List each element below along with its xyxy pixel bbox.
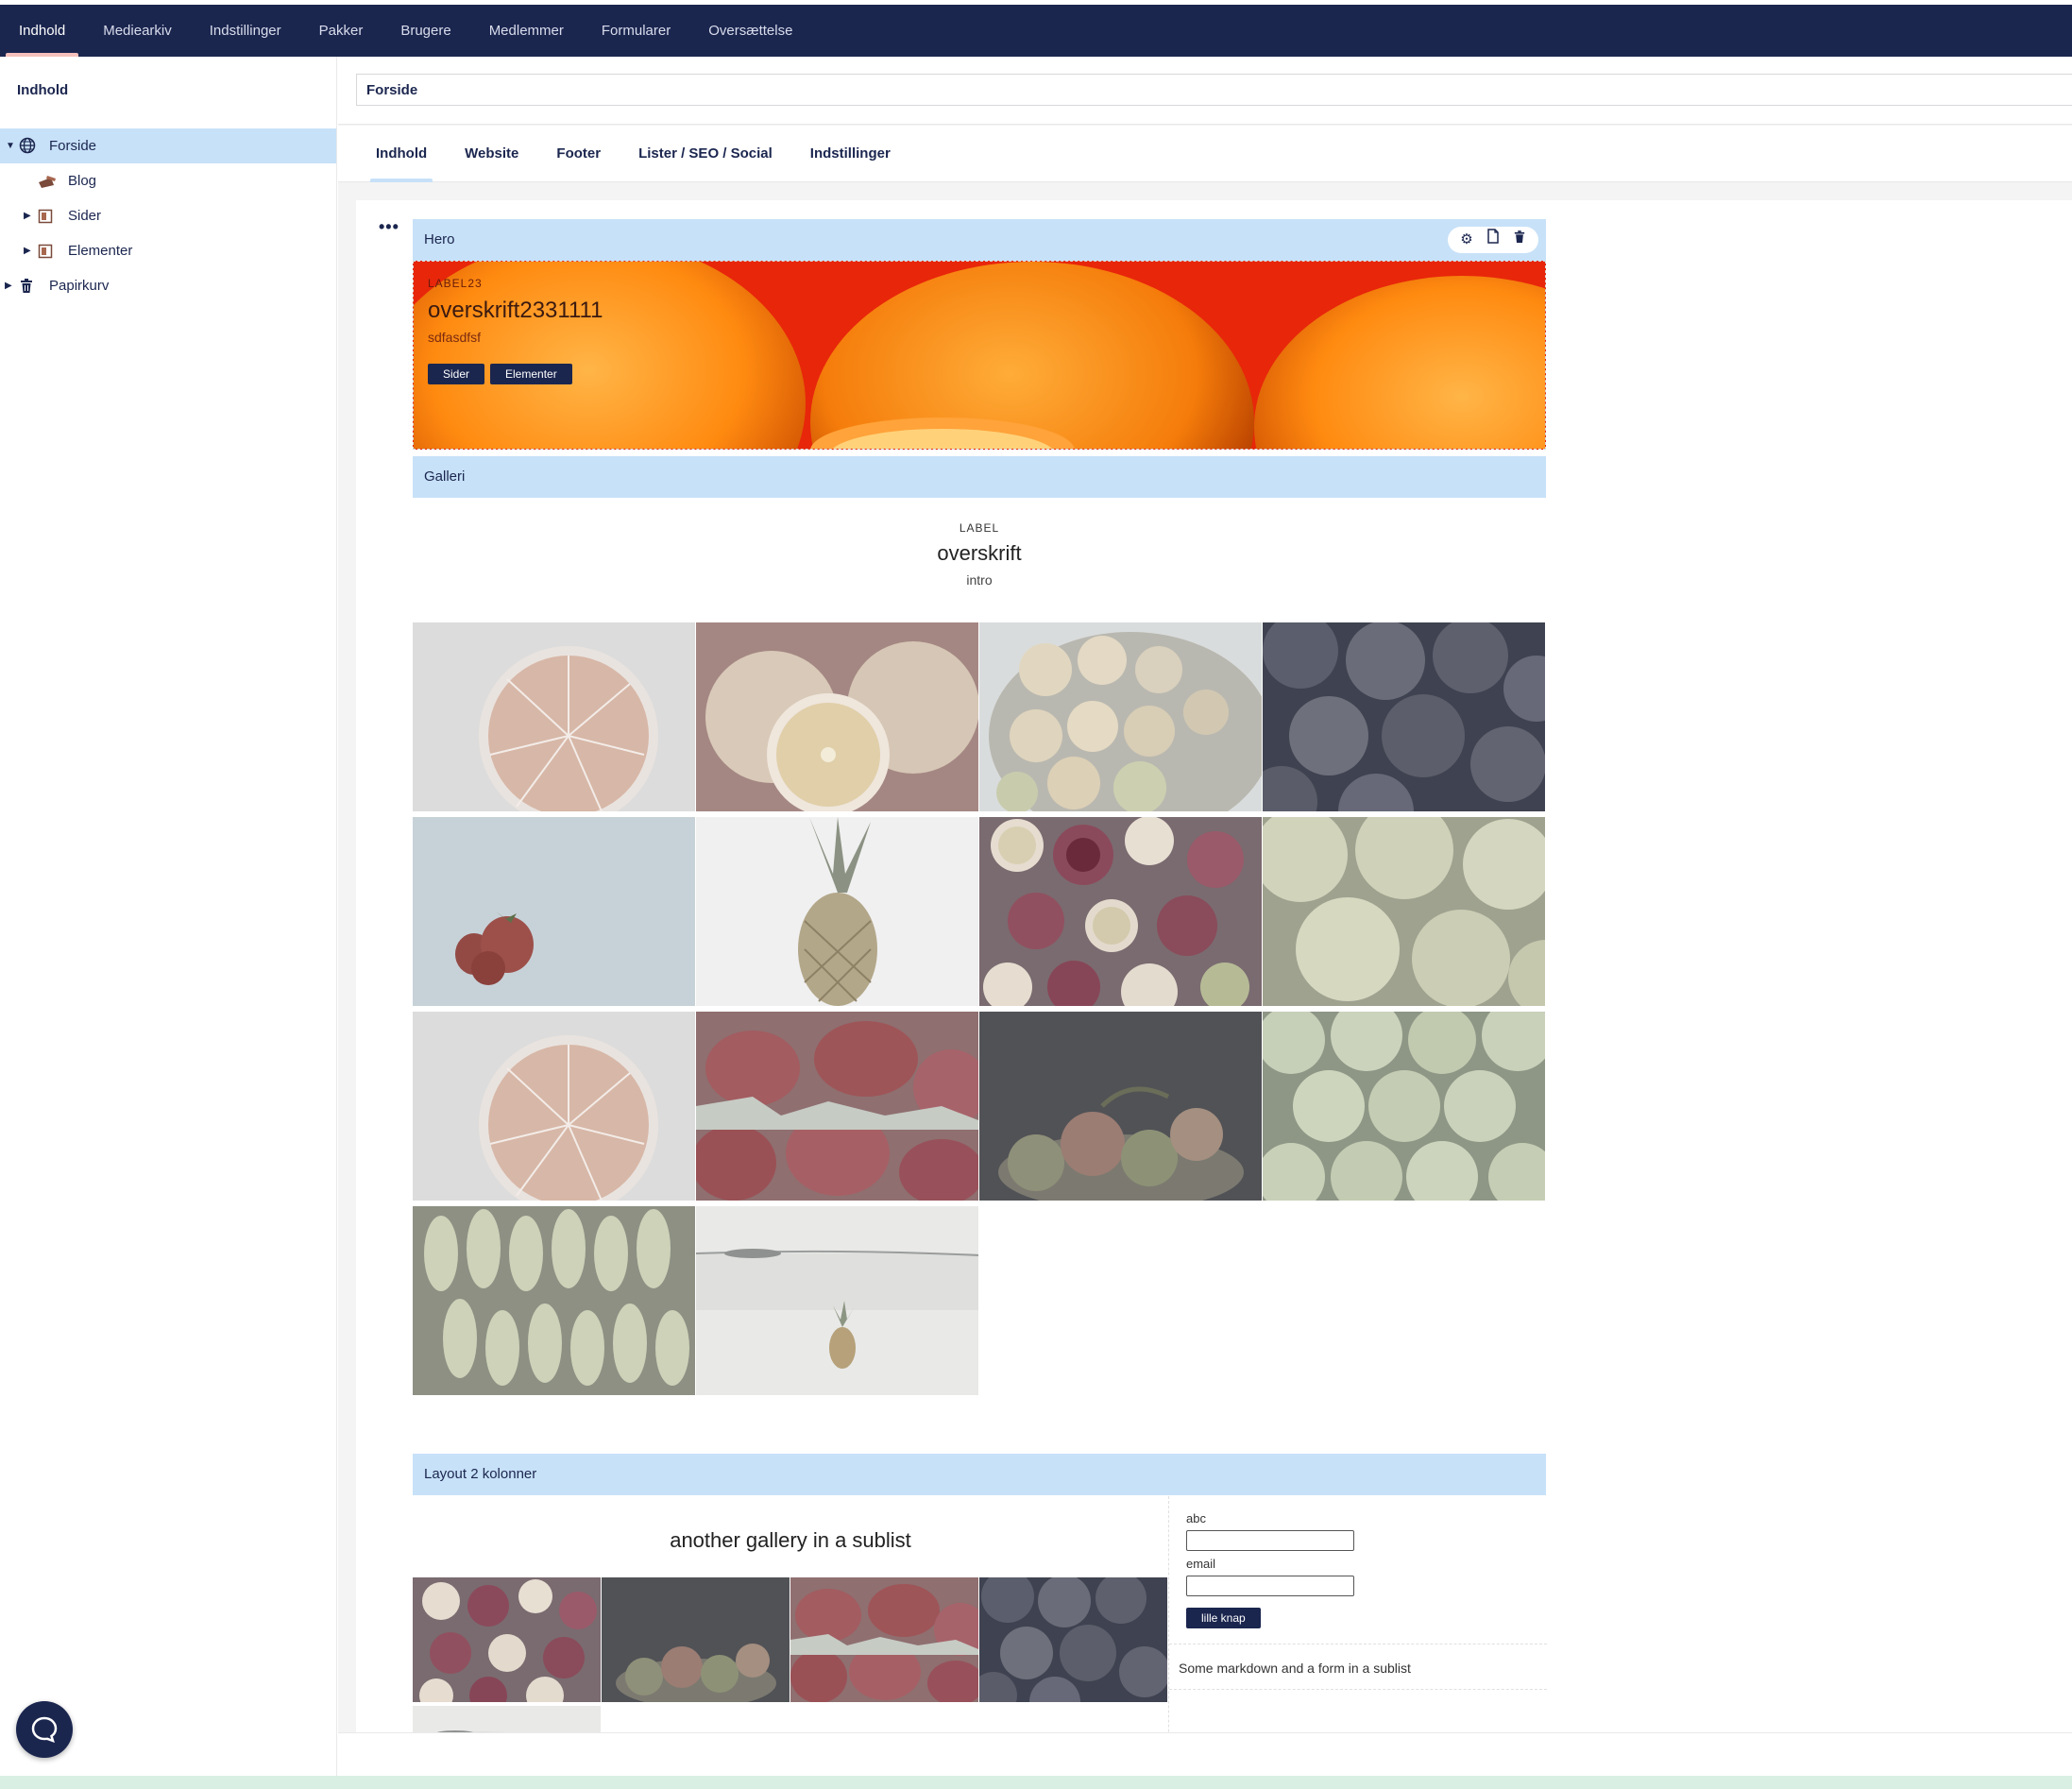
topnav-item-medlemmer[interactable]: Medlemmer bbox=[470, 5, 583, 57]
tree-item-blog[interactable]: Blog bbox=[0, 163, 336, 198]
block-header-hero[interactable]: Hero ⚙ bbox=[413, 219, 1546, 261]
book-icon bbox=[38, 198, 53, 237]
gallery-image-bananas[interactable] bbox=[413, 1206, 695, 1395]
gallery-intro: intro bbox=[966, 572, 993, 588]
editor-main: IndholdWebsiteFooterLister / SEO / Socia… bbox=[338, 57, 2072, 1732]
gallery-title: overskrift bbox=[937, 541, 1022, 565]
topnav-item-mediearkiv[interactable]: Mediearkiv bbox=[84, 5, 191, 57]
gallery-image-grapefruit-half[interactable] bbox=[413, 622, 695, 811]
hero-background-image bbox=[414, 262, 1545, 449]
block-title: Galleri bbox=[424, 469, 466, 485]
lille-knap-button[interactable]: lille knap bbox=[1186, 1608, 1261, 1628]
trash-icon bbox=[20, 268, 33, 307]
caret-right-icon[interactable]: ▶ bbox=[24, 198, 31, 233]
tree-item-label: Forside bbox=[49, 138, 97, 154]
tree-item-sider[interactable]: ▶ Sider bbox=[0, 198, 336, 233]
tab-website[interactable]: Website bbox=[446, 126, 537, 182]
book-icon bbox=[38, 233, 53, 272]
hero-title: overskrift2331111 bbox=[428, 298, 603, 323]
block-title: Hero bbox=[424, 231, 455, 247]
node-name-input[interactable] bbox=[356, 74, 2072, 106]
abc-input[interactable] bbox=[1186, 1530, 1354, 1551]
gallery-image-pineapple[interactable] bbox=[696, 817, 978, 1006]
gallery-image-strawberries[interactable] bbox=[413, 817, 695, 1006]
divider bbox=[1169, 1689, 1547, 1690]
field-label-abc: abc bbox=[1186, 1511, 1206, 1525]
sub-gallery-image-pomegranates[interactable] bbox=[413, 1577, 601, 1702]
email-input[interactable] bbox=[1186, 1576, 1354, 1596]
editor-header bbox=[338, 57, 2072, 125]
block-title: Layout 2 kolonner bbox=[424, 1466, 537, 1482]
dots-icon[interactable]: ••• bbox=[379, 217, 399, 237]
tree-item-label: Papirkurv bbox=[49, 278, 110, 294]
gallery-label: LABEL bbox=[959, 521, 1000, 535]
markdown-text: Some markdown and a form in a sublist bbox=[1179, 1661, 1411, 1676]
hero-button-sider[interactable]: Sider bbox=[428, 364, 485, 384]
hero-intro: sdfasdfsf bbox=[428, 330, 482, 345]
caret-down-icon[interactable]: ▼ bbox=[6, 128, 15, 163]
bottom-strip bbox=[0, 1776, 2072, 1789]
block-tools: ⚙ bbox=[1448, 227, 1538, 253]
gallery-image-oranges-sliced[interactable] bbox=[696, 622, 978, 811]
gallery-image-strawberries-closeup[interactable] bbox=[696, 1012, 978, 1201]
editor-tabs: Indhold Website Footer Lister / SEO / Socia… bbox=[338, 126, 2072, 182]
hero-preview[interactable]: LABEL23 overskrift2331111 sdfasdfsf Side… bbox=[413, 261, 1546, 450]
content-panel: ••• Hero ⚙ LABEL23 overskrift2331111 sdf… bbox=[356, 200, 2072, 1732]
sublist-form: abc email lille knap Some markdown and a… bbox=[1168, 1496, 1547, 1732]
tab-lister-seo-social[interactable]: Lister / SEO / Social bbox=[620, 126, 791, 182]
tab-indstillinger[interactable]: Indstillinger bbox=[791, 126, 909, 182]
tree-item-label: Blog bbox=[68, 173, 97, 189]
tab-indhold[interactable]: Indhold bbox=[357, 126, 446, 182]
gallery-image-fruit-bowl-dark[interactable] bbox=[979, 1012, 1262, 1201]
block-header-layout2[interactable]: Layout 2 kolonner bbox=[413, 1454, 1546, 1495]
caret-right-icon[interactable]: ▶ bbox=[5, 268, 12, 303]
tab-footer[interactable]: Footer bbox=[537, 126, 620, 182]
content-sidebar: Indhold ▼ Forside Blog ▶ Sider ▶ Element… bbox=[0, 57, 337, 1789]
chat-icon[interactable] bbox=[16, 1701, 73, 1758]
topnav-item-oversættelse[interactable]: Oversættelse bbox=[689, 5, 811, 57]
top-navigation: Indhold Mediearkiv Indstillinger Pakker Brug… bbox=[0, 0, 2072, 57]
tree-item-label: Sider bbox=[68, 208, 102, 224]
tree-item-papirkurv[interactable]: ▶ Papirkurv bbox=[0, 268, 336, 303]
sub-gallery-image-fruit-bowl-dark[interactable] bbox=[602, 1577, 790, 1702]
topnav-item-pakker[interactable]: Pakker bbox=[300, 5, 382, 57]
tree-item-elementer[interactable]: ▶ Elementer bbox=[0, 233, 336, 268]
hero-button-elementer[interactable]: Elementer bbox=[490, 364, 572, 384]
topnav-item-indstillinger[interactable]: Indstillinger bbox=[191, 5, 300, 57]
gallery-image-grapefruit-half-2[interactable] bbox=[413, 1012, 695, 1201]
gear-icon[interactable]: ⚙ bbox=[1453, 219, 1480, 261]
field-label-email: email bbox=[1186, 1557, 1216, 1571]
sublist-gallery-title: another gallery in a sublist bbox=[670, 1528, 911, 1552]
gallery-image-pineapple-beach[interactable] bbox=[696, 1206, 978, 1395]
blog-icon bbox=[38, 163, 57, 202]
gallery-image-plums[interactable] bbox=[1263, 622, 1545, 811]
copy-icon[interactable] bbox=[1480, 219, 1506, 261]
gallery-image-grapefruits[interactable] bbox=[1263, 817, 1545, 1006]
topnav-item-brugere[interactable]: Brugere bbox=[382, 5, 469, 57]
topnav-item-indhold[interactable]: Indhold bbox=[0, 5, 84, 57]
gallery-image-citrus-basket[interactable] bbox=[979, 622, 1262, 811]
hero-label: LABEL23 bbox=[428, 277, 483, 290]
sub-gallery-image-strawberries-closeup[interactable] bbox=[790, 1577, 978, 1702]
topnav-item-formularer[interactable]: Formularer bbox=[583, 5, 689, 57]
sidebar-title: Indhold bbox=[17, 82, 69, 98]
gallery-image-pomegranates[interactable] bbox=[979, 817, 1262, 1006]
block-header-galleri[interactable]: Galleri bbox=[413, 456, 1546, 498]
tree-item-label: Elementer bbox=[68, 243, 133, 259]
gallery-image-limes[interactable] bbox=[1263, 1012, 1545, 1201]
sub-gallery-image-plums[interactable] bbox=[979, 1577, 1167, 1702]
layout2-content: another gallery in a sublist abc email l… bbox=[413, 1496, 1547, 1732]
editor-footer bbox=[338, 1732, 2072, 1776]
caret-right-icon[interactable]: ▶ bbox=[24, 233, 31, 268]
tree-item-forside[interactable]: ▼ Forside bbox=[0, 128, 336, 163]
trash-icon[interactable] bbox=[1506, 219, 1533, 261]
globe-icon bbox=[19, 128, 36, 167]
sub-gallery-image-pineapple-beach[interactable] bbox=[413, 1706, 601, 1732]
